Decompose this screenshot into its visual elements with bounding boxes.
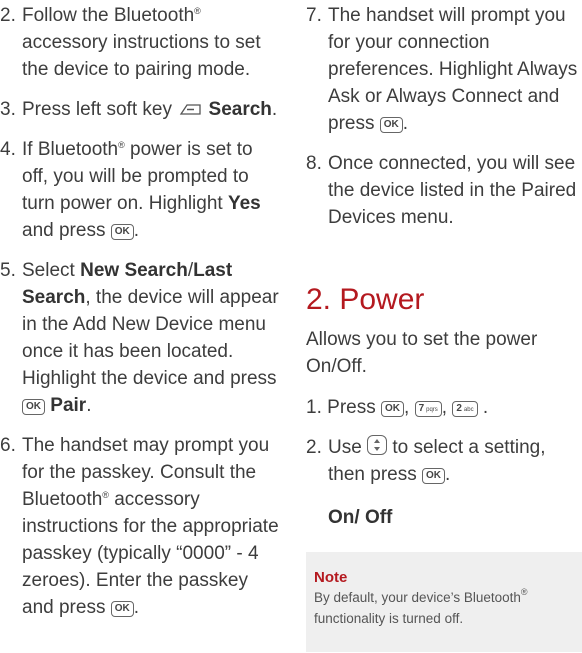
on-off-options: On/ Off [328,507,393,528]
registered-mark: ® [520,587,528,597]
two-key-icon: 2 abc [452,401,478,417]
punctuation: . [402,113,409,134]
punctuation: . [271,99,278,120]
step-3: 3. Press left soft key Search. [0,96,282,123]
note-text-part: functionality is turned off. [314,611,464,626]
registered-mark: ® [102,490,109,500]
key-digit: 7 [418,403,425,414]
seven-key-icon: 7 pqrs [414,401,442,417]
step-4: 4. If Bluetooth® power is set to off, yo… [0,136,282,244]
step-7: 7. The handset will prompt you for your … [306,2,582,137]
key-letters: abc [463,407,474,413]
pair-label: Pair [50,395,87,416]
ok-key-icon: OK [110,601,134,617]
punctuation: . [445,464,451,485]
step-8: 8. Once connected, you will see the devi… [306,150,582,231]
step-text: Press left soft key [22,99,172,120]
note-box: Note By default, your device’s Bluetooth… [306,552,582,652]
step-text: The handset will prompt you for your con… [328,5,578,134]
punctuation: . [482,397,489,418]
step-number: 1. [306,397,322,418]
step-number: 3. [0,99,16,120]
yes-label: Yes [227,193,261,214]
note-text-part: By default, your device’s Bluetooth [314,590,521,605]
power-step-1: 1. Press OK, 7 pqrs, 2 abc . [306,394,566,421]
step-number: 2. [306,437,322,458]
key-digit: 2 [456,403,462,414]
step-number: 5. [0,260,16,281]
punctuation: . [86,395,92,416]
step-number: 4. [0,139,16,160]
new-search-label: New Search [80,260,188,281]
step-number: 7. [306,5,322,26]
section-intro: Allows you to set the power On/Off. [306,329,538,377]
key-letters: pqrs [426,407,438,413]
registered-mark: ® [118,140,125,150]
ok-key-icon: OK [22,399,45,415]
power-options: On/ Off [328,504,582,531]
step-number: 6. [0,435,16,456]
step-2: 2. Follow the Bluetooth® accessory instr… [0,2,282,83]
step-text: Press [327,397,376,418]
step-text: If Bluetooth [22,139,119,160]
step-6: 6. The handset may prompt you for the pa… [0,432,282,621]
punctuation: . [133,220,140,241]
step-text: Use [328,437,362,458]
ok-key-icon: OK [379,117,403,133]
step-5: 5. Select New Search/Last Search, the de… [0,257,282,419]
ok-key-icon: OK [381,401,404,417]
power-step-2: 2. Use to select a setting, then press O… [306,434,566,488]
left-column: 2. Follow the Bluetooth® accessory instr… [0,0,282,634]
separator: , [404,397,410,418]
ok-key-icon: OK [422,468,446,484]
right-column: 7. The handset will prompt you for your … [306,0,582,244]
step-text: Follow the Bluetooth [22,5,195,26]
step-text: Select [22,260,75,281]
separator: , [441,397,448,418]
note-title: Note [314,569,348,586]
step-number: 8. [306,153,322,174]
step-text: accessory instructions to set the device… [22,32,261,80]
punctuation: . [133,597,140,618]
step-number: 2. [0,5,16,26]
left-soft-key-icon [180,104,201,115]
registered-mark: ® [194,6,201,16]
step-text: Once connected, you will see the device … [328,153,577,228]
search-label: Search [208,99,272,120]
step-text: and press [22,220,106,241]
section-heading: 2. Power [306,283,425,316]
navigation-key-icon [367,435,388,455]
ok-key-icon: OK [110,224,134,240]
note-text: By default, your device’s Bluetooth® fun… [314,587,582,629]
